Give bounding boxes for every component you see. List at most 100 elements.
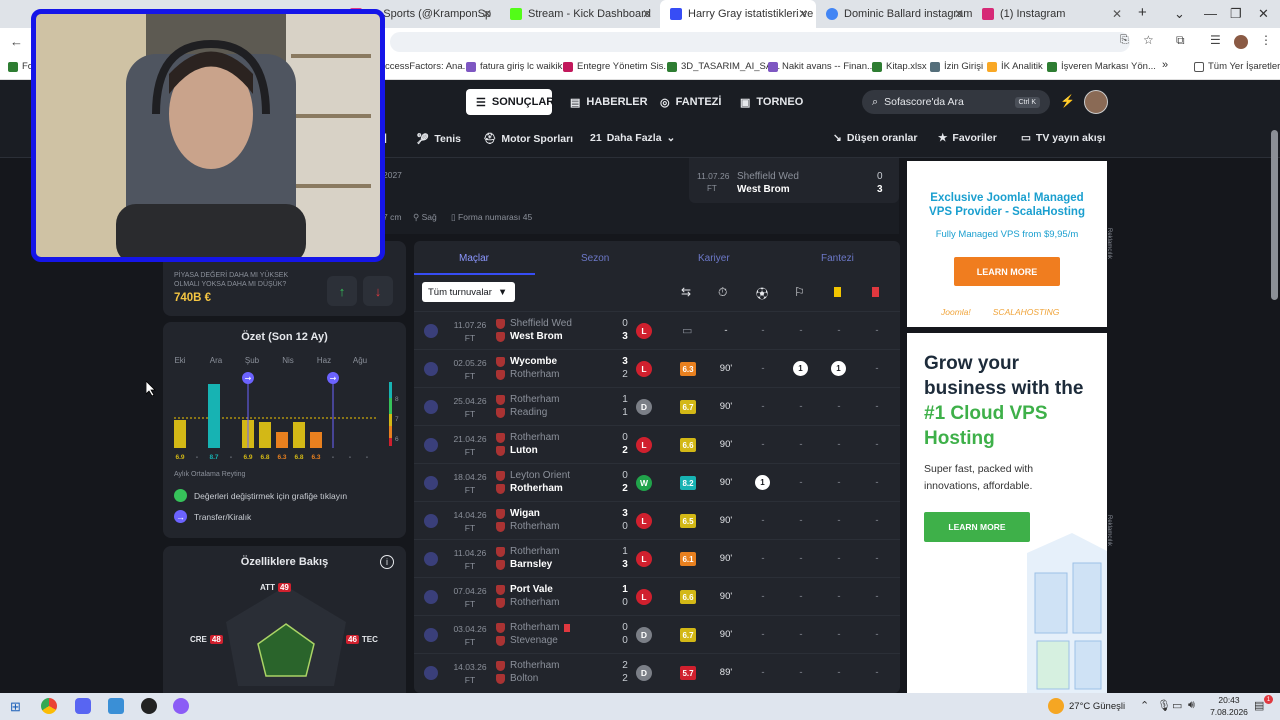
bookmark-item[interactable]: Kitap.xlsx	[872, 61, 927, 72]
obs-icon[interactable]	[141, 698, 157, 714]
close-icon[interactable]: ✕	[954, 7, 964, 21]
info-icon[interactable]: i	[380, 555, 394, 569]
vote-down-button[interactable]: ↓	[363, 276, 393, 306]
bookmark-item[interactable]: 3D_TASARIM_AI_SA...	[667, 61, 780, 72]
tab-matches[interactable]: Maçlar	[459, 253, 489, 264]
bar-value-label: -	[196, 454, 198, 461]
tab-career[interactable]: Kariyer	[698, 253, 730, 264]
discord-icon[interactable]	[75, 698, 91, 714]
rating-bar	[259, 422, 271, 448]
profile-avatar[interactable]	[1234, 35, 1248, 49]
rating-bar-chart[interactable]: Eki Ara Şub Nis Haz Ağu 6.9 - 8.7 - 6.9 6.8 6.3 6.8 6.…	[163, 322, 406, 467]
assist-icon: ⚐	[794, 285, 805, 299]
bookmark-item[interactable]: fatura giriş lc waikiki	[466, 61, 564, 72]
back-arrow-icon[interactable]: ←	[10, 34, 23, 49]
star-bookmark-icon[interactable]: ☆	[1143, 33, 1154, 47]
bookmark-item[interactable]: İK Analitik	[987, 61, 1043, 72]
vote-up-button[interactable]: ↑	[327, 276, 357, 306]
chrome-icon[interactable]	[41, 698, 57, 714]
home-score: 0	[622, 470, 628, 481]
match-row[interactable]: 02.05.26 FT Wycombe Rotherham 3 2 L 6.3 90' - 1 1 -	[414, 349, 900, 387]
bookmark-icon	[667, 61, 677, 72]
subnav-item-dropping-odds[interactable]: ↘ Düşen oranlar	[833, 132, 917, 144]
windows-start-icon[interactable]: ⊞	[10, 699, 21, 715]
match-status: FT	[464, 485, 476, 495]
match-row[interactable]: 21.04.26 FT Rotherham Luton 0 2 L 6.6 90' - - - -	[414, 425, 900, 463]
browser-tab-active[interactable]: Harry Gray istatistikleri ve reyti ✕	[660, 0, 816, 28]
match-row[interactable]: 11.07.26 FT Sheffield Wed West Brom 0 3 L ▭ - - - -…	[414, 311, 900, 349]
ad-learn-more-button[interactable]: LEARN MORE	[954, 257, 1060, 286]
nav-torneo-button[interactable]: ▣ TORNEO	[730, 89, 813, 115]
notification-icon[interactable]: ▤	[1254, 699, 1264, 712]
network-icon[interactable]: ▭	[1172, 699, 1182, 712]
subnav-item-favorites[interactable]: ★ Favoriler	[938, 132, 997, 144]
chevron-up-icon[interactable]: ⌃	[1140, 699, 1149, 712]
weather-text[interactable]: 27°C Güneşli	[1069, 701, 1125, 712]
install-app-icon[interactable]: ⎘	[1120, 34, 1129, 47]
media-icon[interactable]: ☰	[1210, 33, 1221, 47]
nav-fantasy-button[interactable]: ◎ FANTEZİ	[650, 89, 731, 115]
match-row[interactable]: 25.04.26 FT Rotherham Reading 1 1 D 6.7 90' - - - -	[414, 387, 900, 425]
close-icon[interactable]: ✕	[642, 7, 652, 21]
bookmarks-overflow-button[interactable]: »	[1162, 59, 1168, 71]
more-menu-icon[interactable]: ⋮	[1260, 33, 1272, 47]
match-row[interactable]: 11.04.26 FT Rotherham Barnsley 1 3 L 6.1 90' - - - -	[414, 539, 900, 577]
new-tab-button[interactable]: +	[1138, 4, 1147, 21]
tab-search-icon[interactable]: ⌄	[1174, 6, 1185, 22]
browser-tab[interactable]: Dominic Ballard instagram - Gö ✕	[816, 0, 972, 28]
browser-tab[interactable]: (1) Instagram ✕	[972, 0, 1130, 28]
subnav-item-tennis[interactable]: 🎾︎ Tenis	[416, 132, 461, 146]
bookmark-item[interactable]: Nakit avans -- Finan...	[768, 61, 875, 72]
home-score: 0	[622, 432, 628, 443]
clock-date[interactable]: 7.08.2026	[1205, 707, 1253, 717]
nav-news-button[interactable]: ▤ HABERLER	[560, 89, 658, 115]
search-input[interactable]: ⌕ Sofascore'da Ara Ctrl K	[862, 90, 1050, 114]
match-date-cell: 07.04.26 FT	[452, 585, 488, 611]
match-row[interactable]: 03.04.26 FT Rotherham Stevenage 0 0 D 6.7 90' - - -…	[414, 615, 900, 653]
bookmark-item[interactable]: ccessFactors: Ana...	[385, 61, 471, 72]
team-crest-icon	[496, 432, 505, 443]
match-row[interactable]: 14.03.26 FT Rotherham Bolton 2 2 D 5.7 89' - - - -	[414, 653, 900, 691]
maximize-icon[interactable]: ❐	[1230, 6, 1242, 22]
clock-time[interactable]: 20:43	[1212, 695, 1246, 705]
extensions-icon[interactable]: ⧉	[1176, 33, 1185, 48]
lightning-icon[interactable]: ⚡	[1060, 94, 1075, 108]
match-row[interactable]: 07.04.26 FT Port Vale Rotherham 1 0 L 6.6 90' - - -…	[414, 577, 900, 615]
app-icon[interactable]	[108, 698, 124, 714]
tournament-filter-select[interactable]: Tüm turnuvalar ▼	[422, 282, 515, 302]
match-status: FT	[464, 561, 476, 571]
close-icon[interactable]: ✕	[1112, 7, 1122, 21]
url-field[interactable]	[390, 32, 1130, 52]
match-date: 11.07.26	[453, 320, 487, 330]
browser-tab[interactable]: Stream - Kick Dashboard ✕	[500, 0, 660, 28]
match-row[interactable]: 18.04.26 FT Leyton Orient Rotherham 0 2 W 8.2 90…	[414, 463, 900, 501]
tab-fantasy[interactable]: Fantezi	[821, 253, 854, 264]
matches-panel: Maçlar Sezon Kariyer Fantezi Tüm turnuva…	[414, 241, 900, 693]
joomla-ad[interactable]: Exclusive Joomla! Managed VPS Provider -…	[907, 161, 1107, 327]
close-window-icon[interactable]: ✕	[1258, 6, 1269, 22]
close-icon[interactable]: ✕	[482, 7, 492, 21]
bookmark-label: İK Analitik	[1001, 61, 1043, 72]
bookmark-item[interactable]: Entegre Yönetim Sis...	[563, 61, 671, 72]
tab-season[interactable]: Sezon	[581, 253, 609, 264]
page-scrollbar[interactable]	[1271, 130, 1278, 300]
last-match-card[interactable]: 11.07.26 FT Sheffield Wed West Brom 0 3	[689, 158, 899, 203]
subnav-item-tv[interactable]: ▭ TV yayın akışı	[1021, 132, 1105, 144]
subnav-item-more[interactable]: 21 Daha Fazla ⌄	[590, 132, 675, 144]
tv-icon: ▭	[1021, 132, 1031, 144]
all-bookmarks-button[interactable]: Tüm Yer İşaretleri	[1194, 61, 1280, 72]
app-icon[interactable]	[173, 698, 189, 714]
close-icon[interactable]: ✕	[798, 7, 808, 21]
volume-icon[interactable]: 🔊︎	[1188, 699, 1195, 712]
cloud-vps-ad[interactable]: Grow your business with the #1 Cloud VPS…	[907, 333, 1107, 693]
team-crest-icon	[496, 584, 505, 595]
match-row[interactable]: 14.04.26 FT Wigan Rotherham 3 0 L 6.5 90' - - - -	[414, 501, 900, 539]
bookmark-item[interactable]: Fo	[8, 61, 33, 72]
user-avatar[interactable]	[1084, 90, 1108, 114]
bookmark-item[interactable]: İşveren Markası Yön...	[1047, 61, 1156, 72]
subnav-item-motorsport[interactable]: ⛑︎ Motor Sporları	[483, 132, 573, 146]
minimize-icon[interactable]: —	[1204, 6, 1217, 21]
nav-results-button[interactable]: ☰ SONUÇLAR	[466, 89, 554, 115]
bookmark-item[interactable]: İzin Girişi	[930, 61, 983, 72]
microphone-icon[interactable]: 🎙︎	[1157, 699, 1171, 712]
